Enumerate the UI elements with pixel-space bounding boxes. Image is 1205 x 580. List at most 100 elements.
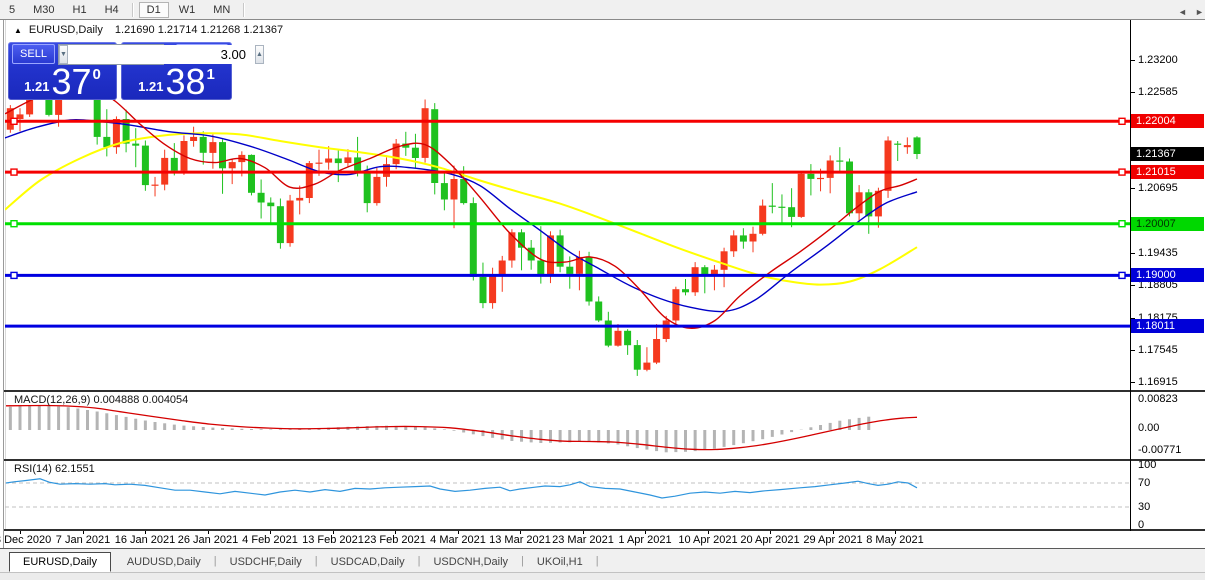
tab-usdchf-daily[interactable]: USDCHF,Daily	[217, 553, 315, 571]
sell-price-pip: 0	[93, 66, 101, 83]
candle-body	[373, 177, 380, 203]
date-axis-label: 29 Apr 2021	[803, 534, 862, 546]
candle-body	[325, 159, 332, 163]
price-scale-tick	[1130, 350, 1135, 351]
candle-body	[219, 142, 226, 168]
candle-body	[537, 261, 544, 276]
candle-body	[914, 137, 921, 154]
timeframe-h1[interactable]: H1	[65, 2, 95, 18]
date-axis-label: 10 Apr 2021	[678, 534, 737, 546]
collapse-panel-icon[interactable]: ▲	[14, 26, 22, 35]
candle-body	[267, 203, 274, 207]
hline-anchor-marker[interactable]	[1119, 118, 1125, 124]
tab-scroll-right-icon[interactable]: ►	[1195, 7, 1204, 17]
pane-divider-macd-rsi[interactable]	[4, 459, 1205, 461]
timeframe-toolbar: 5M30H1H4 D1W1MN	[0, 0, 1205, 20]
timeframe-w1[interactable]: W1	[171, 2, 204, 18]
price-scale-label: 1.22585	[1138, 85, 1178, 99]
tab-eurusd-daily[interactable]: EURUSD,Daily	[9, 552, 111, 572]
hline-anchor-marker[interactable]	[1119, 272, 1125, 278]
candle-body	[653, 339, 660, 363]
buy-price-digits: 38	[165, 65, 205, 99]
chart-window-top-border	[0, 19, 1205, 20]
volume-input[interactable]	[68, 45, 255, 64]
candle-body	[152, 185, 159, 186]
hline-anchor-marker[interactable]	[1119, 221, 1125, 227]
current-price-label: 1.21367	[1131, 147, 1204, 161]
candle-body	[624, 331, 631, 345]
candle-body	[759, 206, 766, 234]
timeframe-m30[interactable]: M30	[25, 2, 62, 18]
candle-body	[296, 198, 303, 201]
sell-price-prefix: 1.21	[24, 79, 49, 94]
rsi-label: RSI(14) 62.1551	[14, 463, 95, 475]
hline-anchor-marker[interactable]	[11, 221, 17, 227]
macd-label: MACD(12,26,9) 0.004888 0.004054	[14, 394, 188, 406]
tab-audusd-daily[interactable]: AUDUSD,Daily	[114, 553, 214, 571]
candle-body	[422, 108, 429, 158]
hline-anchor-marker[interactable]	[1119, 169, 1125, 175]
candle-body	[856, 192, 863, 213]
date-axis-label: 7 Jan 2021	[56, 534, 110, 546]
tab-ukoil-h1[interactable]: UKOil,H1	[524, 553, 596, 571]
tab-separator: |	[596, 555, 599, 567]
candle-body	[875, 191, 882, 217]
date-axis-label: 13 Mar 2021	[489, 534, 551, 546]
date-axis-label: 16 Jan 2021	[115, 534, 176, 546]
candle-body	[894, 144, 901, 145]
hline-anchor-marker[interactable]	[11, 169, 17, 175]
candle-body	[229, 162, 236, 168]
candle-body	[663, 321, 670, 340]
candle-body	[566, 267, 573, 274]
candle-body	[460, 179, 467, 203]
candle-body	[836, 161, 843, 162]
tab-scroll-left-icon[interactable]: ◄	[1178, 7, 1187, 17]
timeframe-d1[interactable]: D1	[139, 2, 169, 18]
buy-price-display[interactable]: 1.21 38 1	[121, 63, 232, 99]
timeframe-mn[interactable]: MN	[205, 2, 238, 18]
date-axis-label: 20 Apr 2021	[740, 534, 799, 546]
timeframe-h4[interactable]: H4	[97, 2, 127, 18]
price-scale-label: 1.16915	[1138, 375, 1178, 389]
timeframe-5[interactable]: 5	[1, 2, 23, 18]
line-price-label: 1.21015	[1131, 165, 1204, 179]
date-axis-label: 23 Mar 2021	[552, 534, 614, 546]
sell-button[interactable]: SELL	[12, 44, 55, 64]
sell-price-digits: 37	[51, 65, 91, 99]
candle-body	[595, 302, 602, 321]
tab-usdcad-daily[interactable]: USDCAD,Daily	[318, 553, 418, 571]
candle-body	[508, 232, 515, 260]
ma-medium-blue	[5, 120, 917, 312]
candle-body	[335, 159, 342, 164]
candle-body	[171, 158, 178, 171]
volume-increase-button[interactable]: ▲	[255, 45, 264, 64]
candle-body	[827, 161, 834, 178]
candle-body	[480, 277, 487, 303]
macd-scale-label: 0.00823	[1138, 393, 1178, 406]
candle-body	[721, 251, 728, 269]
rsi-indicator-canvas[interactable]	[5, 461, 1130, 529]
candle-body	[788, 207, 795, 217]
macd-scale-label: -0.00771	[1138, 444, 1181, 457]
date-axis-label: 23 Feb 2021	[364, 534, 426, 546]
line-price-label: 1.20007	[1131, 217, 1204, 231]
candle-body	[132, 144, 139, 146]
line-price-label: 1.19000	[1131, 268, 1204, 282]
hline-anchor-marker[interactable]	[11, 118, 17, 124]
price-scale-tick	[1130, 253, 1135, 254]
price-scale-tick	[1130, 92, 1135, 93]
tab-usdcnh-daily[interactable]: USDCNH,Daily	[420, 553, 521, 571]
price-scale-label: 1.20695	[1138, 181, 1178, 195]
candle-body	[470, 203, 477, 277]
sell-price-display[interactable]: 1.21 37 0	[8, 63, 117, 99]
candle-body	[344, 157, 351, 163]
toolbar-separator	[243, 3, 245, 17]
hline-anchor-marker[interactable]	[11, 272, 17, 278]
candle-body	[750, 234, 757, 242]
pane-divider-main-macd[interactable]	[4, 390, 1205, 392]
candle-body	[451, 179, 458, 200]
date-axis-label: 13 Feb 2021	[302, 534, 364, 546]
date-axis[interactable]: 28 Dec 20207 Jan 202116 Jan 202126 Jan 2…	[5, 531, 1205, 548]
buy-price-pip: 1	[207, 66, 215, 83]
toolbar-separator	[132, 3, 134, 17]
